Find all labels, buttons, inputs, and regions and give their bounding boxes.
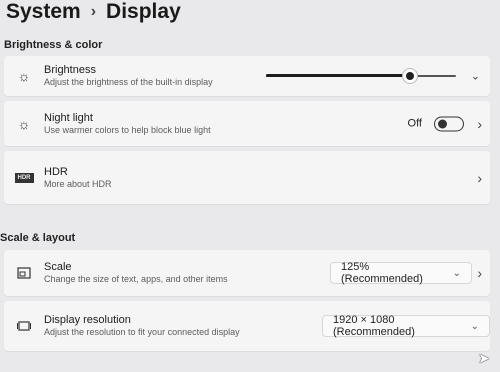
night-light-toggle[interactable] (434, 116, 464, 131)
scale-card: Scale Change the size of text, apps, and… (4, 250, 490, 296)
scale-label: Scale (44, 261, 72, 273)
scale-text: Scale Change the size of text, apps, and… (44, 261, 228, 285)
page-title: Display (106, 0, 181, 23)
night-light-chevron-right-icon[interactable]: › (477, 116, 482, 132)
resolution-text: Display resolution Adjust the resolution… (44, 314, 240, 338)
night-light-sun-icon: ☼ (17, 115, 31, 132)
scale-dropdown-chevron-down-icon: ⌄ (452, 267, 461, 279)
scale-description: Change the size of text, apps, and other… (44, 274, 228, 284)
section-title-brightness-color: Brightness & color (4, 39, 103, 51)
resolution-description: Adjust the resolution to fit your connec… (44, 327, 240, 337)
night-light-text: Night light Use warmer colors to help bl… (44, 112, 211, 136)
scale-dropdown[interactable]: 125% (Recommended) ⌄ (330, 261, 472, 285)
toggle-knob (438, 119, 447, 128)
hdr-icon: HDR (14, 168, 34, 188)
hdr-description[interactable]: More about HDR (44, 179, 112, 190)
mouse-cursor-icon: ➤ (478, 350, 490, 366)
night-light-state: Off (407, 117, 422, 130)
hdr-card[interactable]: HDR HDR More about HDR › (4, 151, 490, 204)
scale-icon (14, 263, 34, 283)
hdr-chevron-right-icon[interactable]: › (477, 170, 482, 186)
section-title-scale-layout: Scale & layout (0, 232, 76, 244)
brightness-text: Brightness Adjust the brightness of the … (44, 64, 213, 88)
resolution-dropdown-value: 1920 × 1080 (Recommended) (333, 314, 415, 338)
breadcrumb-parent[interactable]: System (6, 0, 81, 24)
hdr-label: HDR (44, 165, 68, 178)
resolution-label: Display resolution (44, 314, 131, 326)
breadcrumb: System › Display (6, 0, 181, 24)
night-light-label: Night light (44, 111, 93, 124)
brightness-description: Adjust the brightness of the built-in di… (44, 77, 213, 87)
resolution-dropdown[interactable]: 1920 × 1080 (Recommended) ⌄ (322, 314, 490, 338)
hdr-icon-text: HDR (14, 172, 34, 183)
brightness-slider[interactable] (266, 69, 456, 83)
brightness-label: Brightness (44, 64, 96, 76)
brightness-slider-thumb[interactable] (403, 69, 418, 83)
brightness-sun-icon: ☼ (17, 68, 31, 84)
scale-chevron-right-icon[interactable]: › (477, 265, 482, 281)
night-light-description: Use warmer colors to help block blue lig… (44, 124, 211, 135)
resolution-icon (14, 316, 34, 336)
expand-chevron-down-icon[interactable]: ⌄ (471, 70, 480, 83)
night-light-toggle-group: Off (408, 116, 464, 131)
brightness-slider-fill (266, 74, 411, 77)
resolution-card: Display resolution Adjust the resolution… (4, 301, 490, 351)
brightness-card: ☼ Brightness Adjust the brightness of th… (4, 56, 490, 96)
night-light-card[interactable]: ☼ Night light Use warmer colors to help … (4, 101, 490, 146)
scale-dropdown-value: 125% (Recommended) (341, 261, 423, 285)
hdr-text: HDR More about HDR (44, 166, 112, 190)
resolution-dropdown-chevron-down-icon: ⌄ (470, 320, 479, 332)
breadcrumb-separator-icon: › (90, 3, 97, 20)
